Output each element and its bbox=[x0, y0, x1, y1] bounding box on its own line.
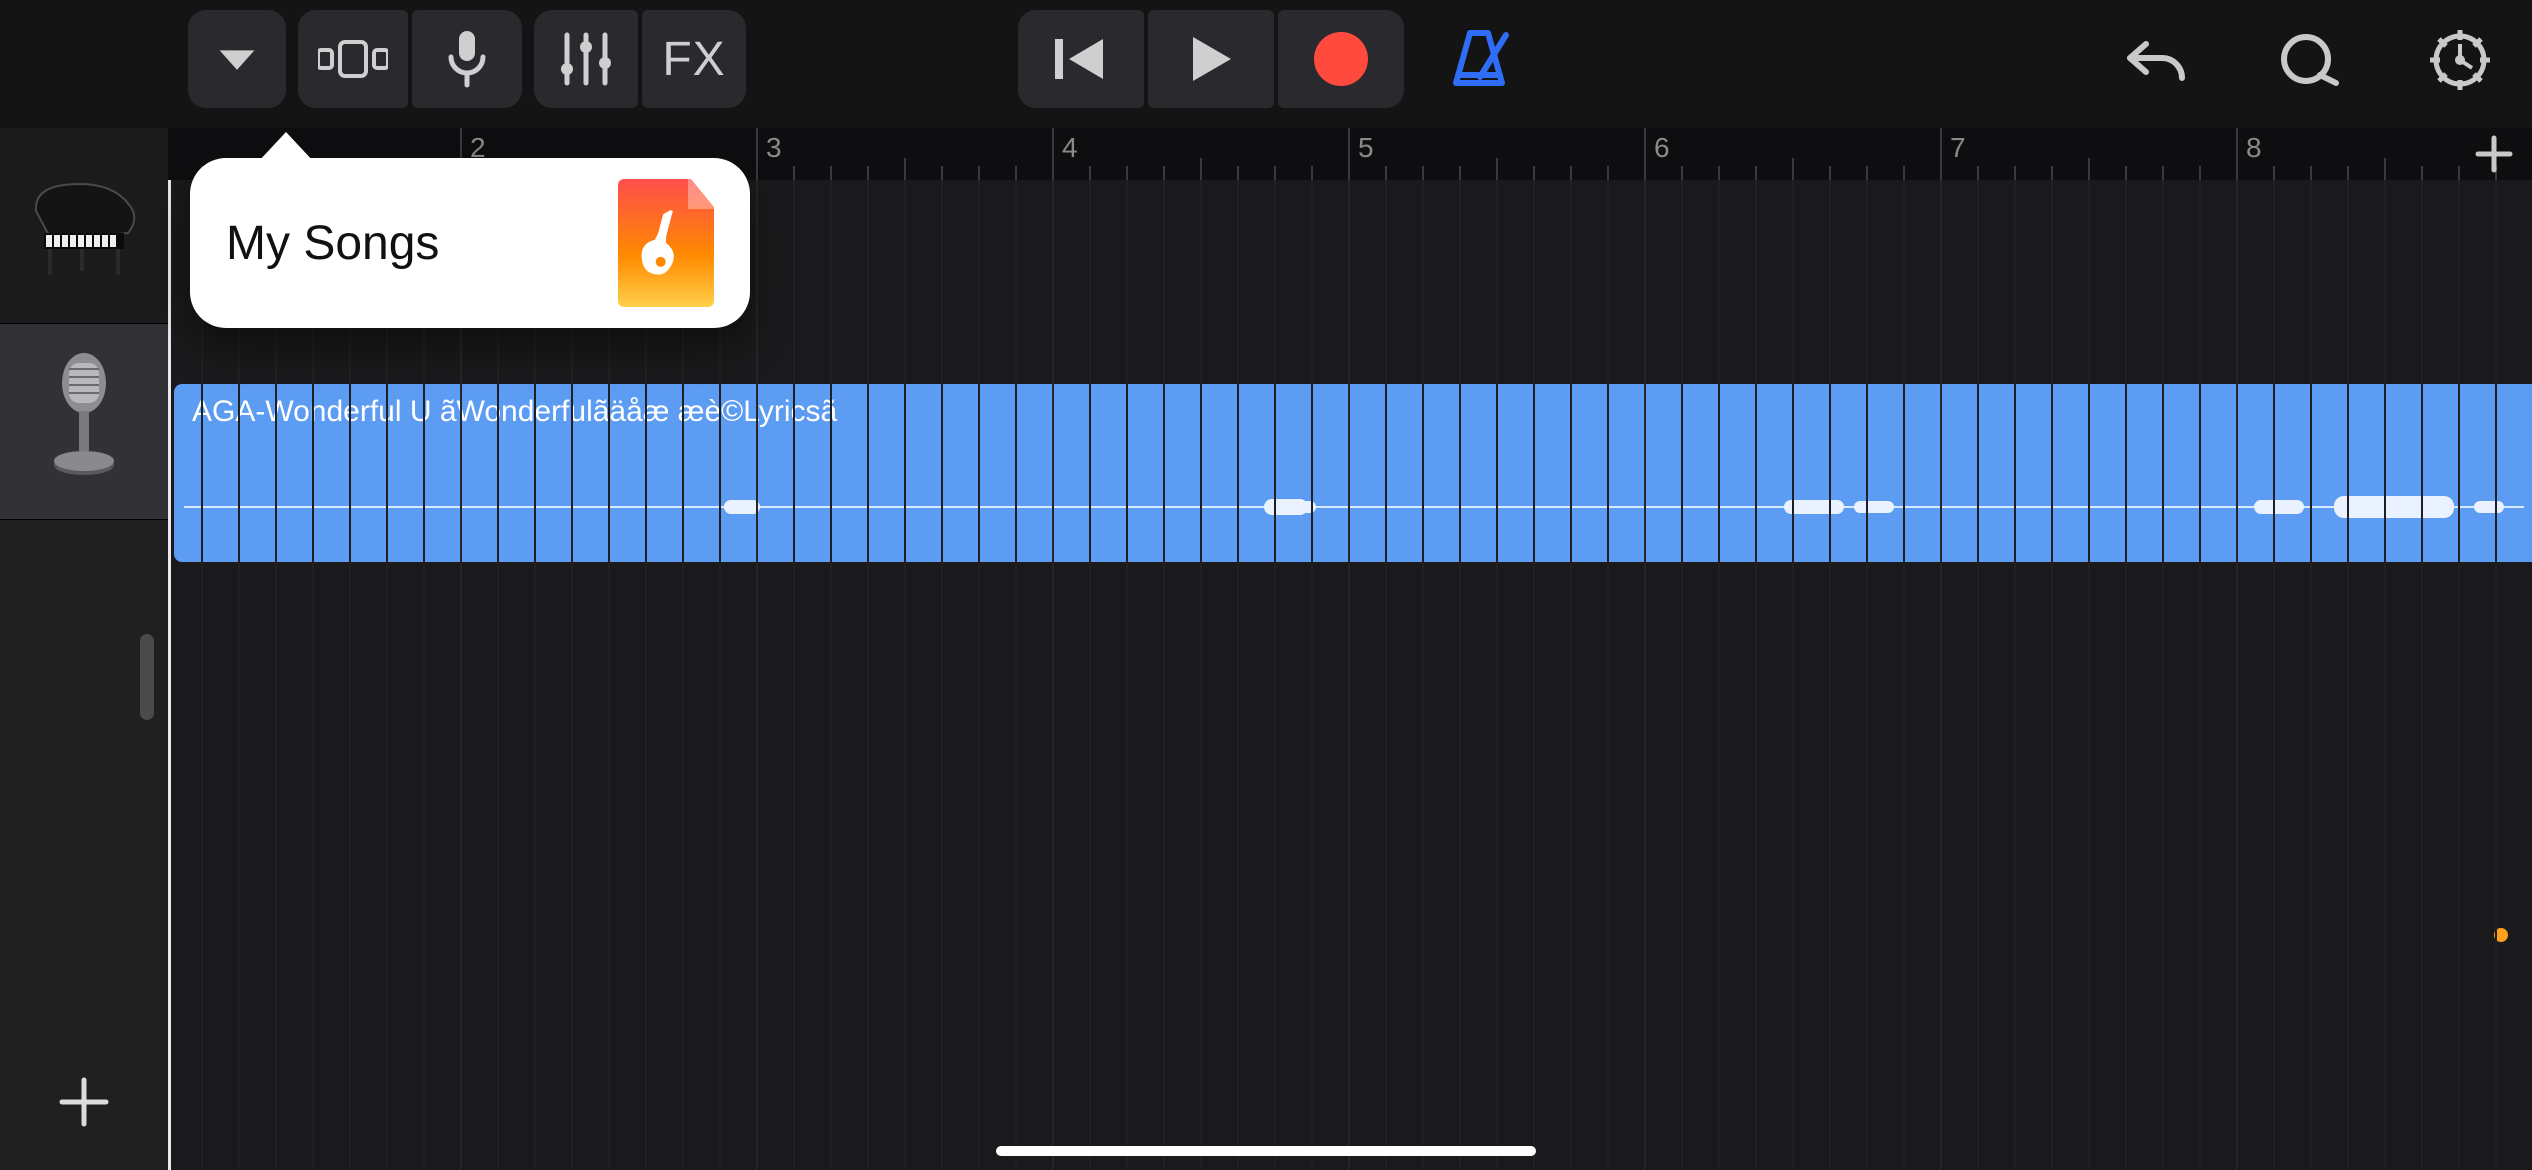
track-view-icon bbox=[318, 36, 388, 82]
metronome-icon bbox=[1444, 27, 1514, 91]
fx-label: FX bbox=[662, 32, 725, 87]
chevron-down-icon bbox=[211, 33, 263, 85]
navigator-dropdown-button[interactable] bbox=[188, 10, 286, 108]
home-indicator[interactable] bbox=[996, 1146, 1536, 1156]
play-button[interactable] bbox=[1148, 10, 1274, 108]
grid-line bbox=[1348, 180, 1350, 1170]
settings-button[interactable] bbox=[2428, 28, 2492, 92]
grid-line bbox=[1940, 180, 1942, 1170]
plus-icon bbox=[2474, 134, 2514, 174]
toolbar: FX bbox=[0, 0, 2532, 128]
microphone-icon bbox=[444, 29, 490, 89]
ruler-bar-number: 5 bbox=[1358, 132, 1374, 164]
grid-line bbox=[1644, 180, 1646, 1170]
ruler-bar-number: 7 bbox=[1950, 132, 1966, 164]
track-header-mic[interactable] bbox=[0, 324, 168, 520]
metronome-button[interactable] bbox=[1444, 27, 1514, 91]
audio-region[interactable]: AGA-Wonderful U ãWonderfulãäåæ æè©Lyrics… bbox=[174, 384, 2532, 562]
microphone-button[interactable] bbox=[412, 10, 522, 108]
add-section-button[interactable] bbox=[2474, 134, 2514, 179]
record-icon bbox=[1314, 32, 1368, 86]
view-mic-segment bbox=[298, 10, 522, 108]
track-lane-mic[interactable]: AGA-Wonderful U ãWonderfulãäåæ æè©Lyrics… bbox=[168, 376, 2532, 572]
undo-button[interactable] bbox=[2124, 28, 2188, 92]
transport-segment bbox=[1018, 10, 1404, 108]
playhead[interactable] bbox=[168, 180, 171, 1170]
toolbar-right-group bbox=[2124, 28, 2492, 92]
mixer-fx-segment: FX bbox=[534, 10, 746, 108]
add-track-button[interactable] bbox=[0, 1074, 168, 1130]
ruler-bar-number: 6 bbox=[1654, 132, 1670, 164]
audio-region-label: AGA-Wonderful U ãWonderfulãäåæ æè©Lyrics… bbox=[192, 394, 2514, 430]
track-scrollbar[interactable] bbox=[140, 634, 154, 720]
rewind-icon bbox=[1053, 33, 1109, 85]
track-view-button[interactable] bbox=[298, 10, 408, 108]
play-icon bbox=[1187, 33, 1235, 85]
ruler-bar-number: 3 bbox=[766, 132, 782, 164]
my-songs-label: My Songs bbox=[226, 216, 578, 271]
timeline-area[interactable]: AGA-Wonderful U ãWonderfulãäåæ æè©Lyrics… bbox=[168, 180, 2532, 1170]
toolbar-left-group: FX bbox=[188, 10, 746, 108]
ruler-bar-number: 4 bbox=[1062, 132, 1078, 164]
studio-mic-icon bbox=[39, 347, 129, 497]
grand-piano-icon bbox=[24, 171, 144, 281]
waveform-icon bbox=[174, 477, 2532, 537]
sliders-icon bbox=[557, 29, 615, 89]
grid-line bbox=[2236, 180, 2238, 1170]
transport-group bbox=[1018, 10, 1514, 108]
plus-icon bbox=[56, 1074, 112, 1130]
my-songs-popover[interactable]: My Songs bbox=[190, 158, 750, 328]
loop-icon bbox=[2276, 31, 2340, 89]
undo-icon bbox=[2124, 32, 2188, 88]
guitar-icon bbox=[618, 205, 714, 301]
loop-button[interactable] bbox=[2276, 28, 2340, 92]
record-button[interactable] bbox=[1278, 10, 1404, 108]
garageband-file-icon bbox=[618, 179, 714, 307]
grid-line bbox=[756, 180, 758, 1170]
track-header-piano[interactable] bbox=[0, 128, 168, 324]
ruler-bar-number: 8 bbox=[2246, 132, 2262, 164]
grid-line bbox=[1052, 180, 1054, 1170]
gear-icon bbox=[2428, 28, 2492, 92]
fx-button[interactable]: FX bbox=[642, 10, 746, 108]
mixer-button[interactable] bbox=[534, 10, 638, 108]
rewind-button[interactable] bbox=[1018, 10, 1144, 108]
grid-line bbox=[460, 180, 462, 1170]
